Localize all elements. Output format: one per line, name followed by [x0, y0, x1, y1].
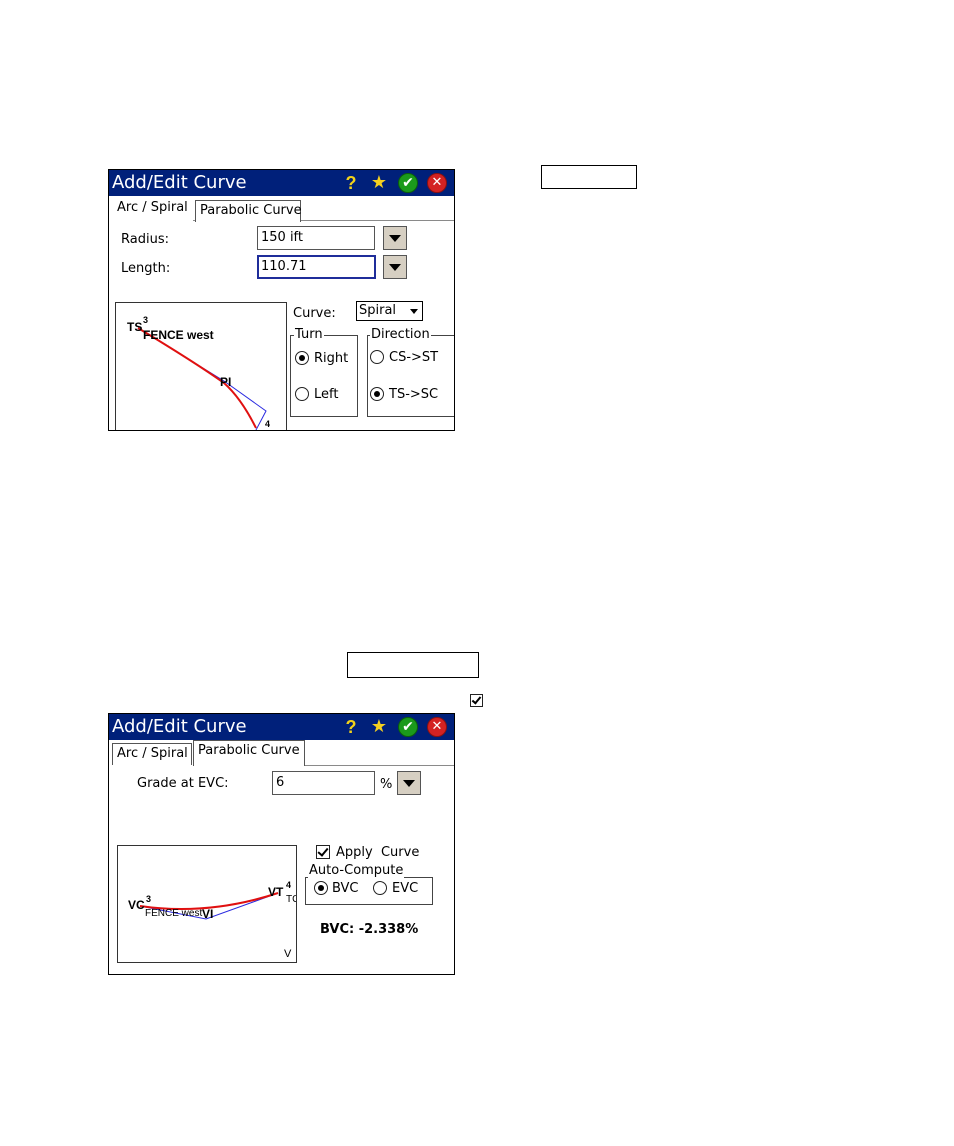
apply-curve-checkbox[interactable] — [316, 845, 330, 859]
chevron-down-icon — [410, 309, 418, 314]
auto-compute-bvc-radio[interactable] — [314, 881, 328, 895]
radius-dropdown-arrow-icon[interactable] — [383, 226, 407, 250]
standalone-checkbox-icon — [470, 694, 483, 707]
turn-left-label[interactable]: Left — [314, 387, 338, 403]
spiral-curve — [137, 327, 257, 429]
vc-point-number: 3 — [146, 894, 152, 904]
direction-ts-sc-label[interactable]: TS->SC — [389, 387, 438, 403]
title-bar: Add/Edit Curve ? ★ ✔ ✕ — [109, 170, 454, 196]
fence-label: FENCE west — [143, 328, 214, 342]
apply-curve-label[interactable]: Apply Curve — [336, 845, 419, 861]
direction-group — [367, 335, 454, 417]
tab-parabolic-curve[interactable]: Parabolic Curve — [193, 740, 305, 766]
turn-right-label[interactable]: Right — [314, 351, 348, 367]
help-icon[interactable]: ? — [341, 717, 361, 737]
pi-label: PI — [220, 375, 232, 389]
help-icon[interactable]: ? — [341, 173, 361, 193]
blank-text-box — [541, 165, 637, 189]
curve-preview: TS 3 FENCE west PI 4 — [115, 302, 287, 430]
auto-compute-evc-label[interactable]: EVC — [392, 881, 418, 897]
fence-label: FENCE west — [145, 908, 203, 919]
bvc-result: BVC: -2.338% — [320, 922, 419, 937]
blank-text-box-2 — [347, 652, 479, 678]
tc-label: TC — [286, 894, 296, 905]
radius-input[interactable]: 150 ift — [257, 226, 375, 250]
direction-ts-sc-radio[interactable] — [370, 387, 384, 401]
grade-input[interactable]: 6 — [272, 771, 375, 795]
window-title: Add/Edit Curve — [112, 716, 247, 737]
auto-compute-bvc-label[interactable]: BVC — [332, 881, 359, 897]
turn-legend: Turn — [294, 327, 324, 342]
window-title: Add/Edit Curve — [112, 172, 247, 193]
grade-label: Grade at EVC: — [137, 776, 229, 791]
grade-unit: % — [380, 777, 393, 792]
turn-group — [290, 335, 358, 417]
direction-legend: Direction — [370, 327, 431, 342]
checkmark-icon — [317, 845, 329, 857]
turn-right-radio[interactable] — [295, 351, 309, 365]
auto-compute-evc-radio[interactable] — [373, 881, 387, 895]
close-icon[interactable]: ✕ — [427, 717, 447, 737]
direction-cs-st-label[interactable]: CS->ST — [389, 350, 438, 366]
title-bar: Add/Edit Curve ? ★ ✔ ✕ — [109, 714, 454, 740]
turn-left-radio[interactable] — [295, 387, 309, 401]
ok-icon[interactable]: ✔ — [398, 717, 418, 737]
add-edit-curve-window-arc: Add/Edit Curve ? ★ ✔ ✕ Arc / Spiral Para… — [108, 169, 455, 431]
favorite-icon[interactable]: ★ — [369, 717, 389, 737]
tangent-line — [137, 327, 267, 430]
curve-label: Curve: — [293, 306, 336, 321]
direction-cs-st-radio[interactable] — [370, 350, 384, 364]
end-point-number: 4 — [265, 419, 271, 429]
tab-divider — [305, 765, 454, 766]
auto-compute-legend: Auto-Compute — [308, 863, 405, 878]
curve-type-value: Spiral — [359, 303, 397, 318]
length-dropdown-arrow-icon[interactable] — [383, 255, 407, 279]
ts-point-number: 3 — [143, 315, 149, 325]
length-input[interactable]: 110.71 — [257, 255, 376, 279]
add-edit-curve-window-parabolic: Add/Edit Curve ? ★ ✔ ✕ Arc / Spiral Para… — [108, 713, 455, 975]
vi-label: VI — [202, 907, 214, 921]
ts-point-label: TS — [127, 320, 143, 334]
radius-label: Radius: — [121, 232, 169, 247]
favorite-icon[interactable]: ★ — [369, 173, 389, 193]
vc-point-label: VC — [128, 898, 145, 912]
tab-arc-spiral[interactable]: Arc / Spiral — [112, 743, 192, 765]
curve-preview: VC 3 FENCE west VI VT 4 TC V — [117, 845, 297, 963]
tab-arc-spiral[interactable]: Arc / Spiral — [113, 198, 192, 220]
close-icon[interactable]: ✕ — [427, 173, 447, 193]
tab-parabolic-curve[interactable]: Parabolic Curve — [195, 200, 302, 222]
vt-point-number: 4 — [286, 880, 292, 890]
grade-dropdown-arrow-icon[interactable] — [397, 771, 421, 795]
v-label: V — [284, 948, 292, 960]
vt-point-label: VT — [268, 885, 284, 899]
curve-type-select[interactable]: Spiral — [356, 301, 423, 321]
ok-icon[interactable]: ✔ — [398, 173, 418, 193]
length-label: Length: — [121, 261, 171, 276]
